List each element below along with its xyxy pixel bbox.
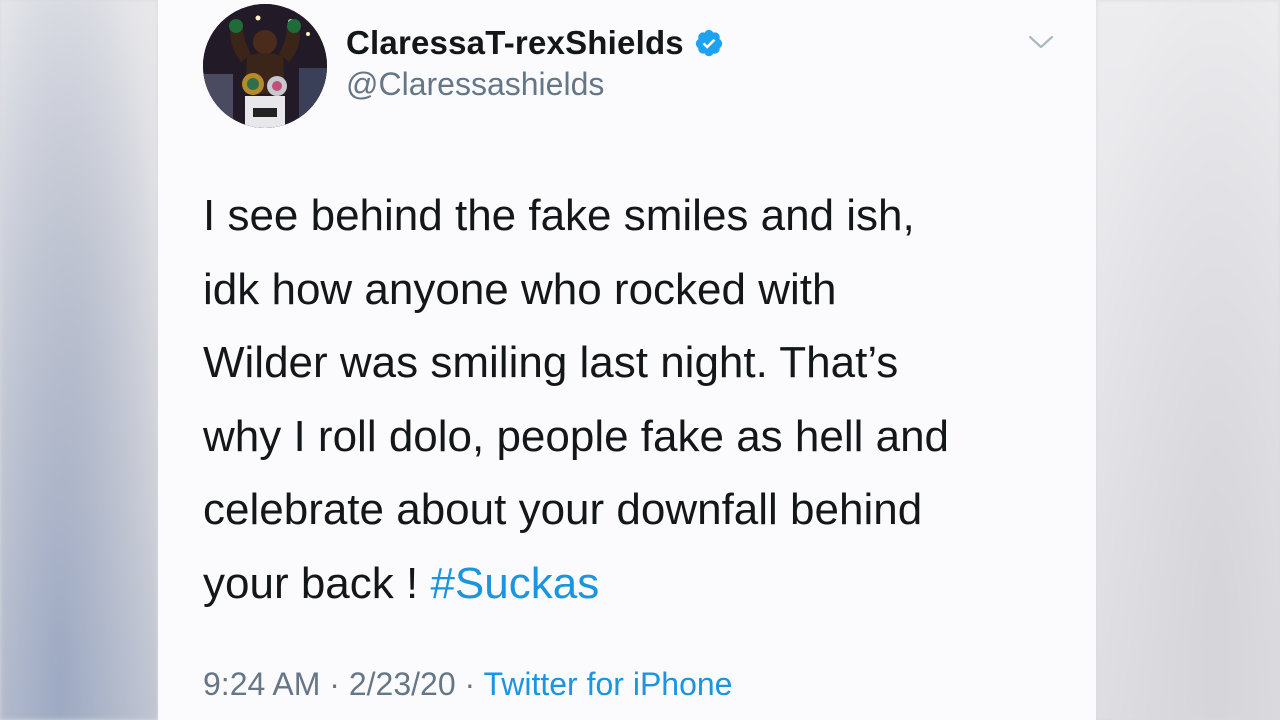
verified-badge-icon (695, 29, 722, 57)
author-name-row: ClaressaT-rexShields (346, 20, 724, 66)
tweet-line-text: your back ! (203, 558, 431, 608)
tweet-line: why I roll dolo, people fake as hell and (203, 411, 950, 461)
blurred-background-left (0, 0, 158, 720)
blurred-background-right (1096, 0, 1280, 720)
tweet-line: I see behind the fake smiles and ish, (203, 191, 915, 240)
tweet-line: idk how anyone who rocked with (203, 264, 837, 314)
screenshot-frame: ClaressaT-rexShields @Claressashields I … (0, 0, 1280, 720)
author-display-name[interactable]: ClaressaT-rexShields (346, 24, 684, 62)
tweet-line-last: your back ! #Suckas (203, 547, 1073, 621)
tweet-date[interactable]: 2/23/20 (349, 666, 456, 702)
tweet-card: ClaressaT-rexShields @Claressashields I … (158, 0, 1096, 720)
chevron-down-icon (1028, 35, 1054, 49)
more-options-button[interactable] (1024, 28, 1058, 56)
tweet-line: celebrate about your downfall behind (203, 485, 923, 534)
boxer-photo-icon (203, 4, 327, 128)
tweet-source-link[interactable]: Twitter for iPhone (483, 666, 732, 702)
tweet-metadata: 9:24 AM · 2/23/20 · Twitter for iPhone (203, 666, 732, 703)
tweet-time[interactable]: 9:24 AM (203, 666, 320, 702)
tweet-text: I see behind the fake smiles and ish, id… (203, 179, 1073, 620)
hashtag-link[interactable]: #Suckas (430, 559, 599, 608)
meta-separator: · (455, 666, 484, 702)
tweet-line: Wilder was smiling last night. That’s (203, 338, 899, 387)
meta-separator: · (320, 666, 349, 702)
author-handle[interactable]: @Claressashields (346, 66, 604, 103)
avatar[interactable] (203, 4, 327, 128)
